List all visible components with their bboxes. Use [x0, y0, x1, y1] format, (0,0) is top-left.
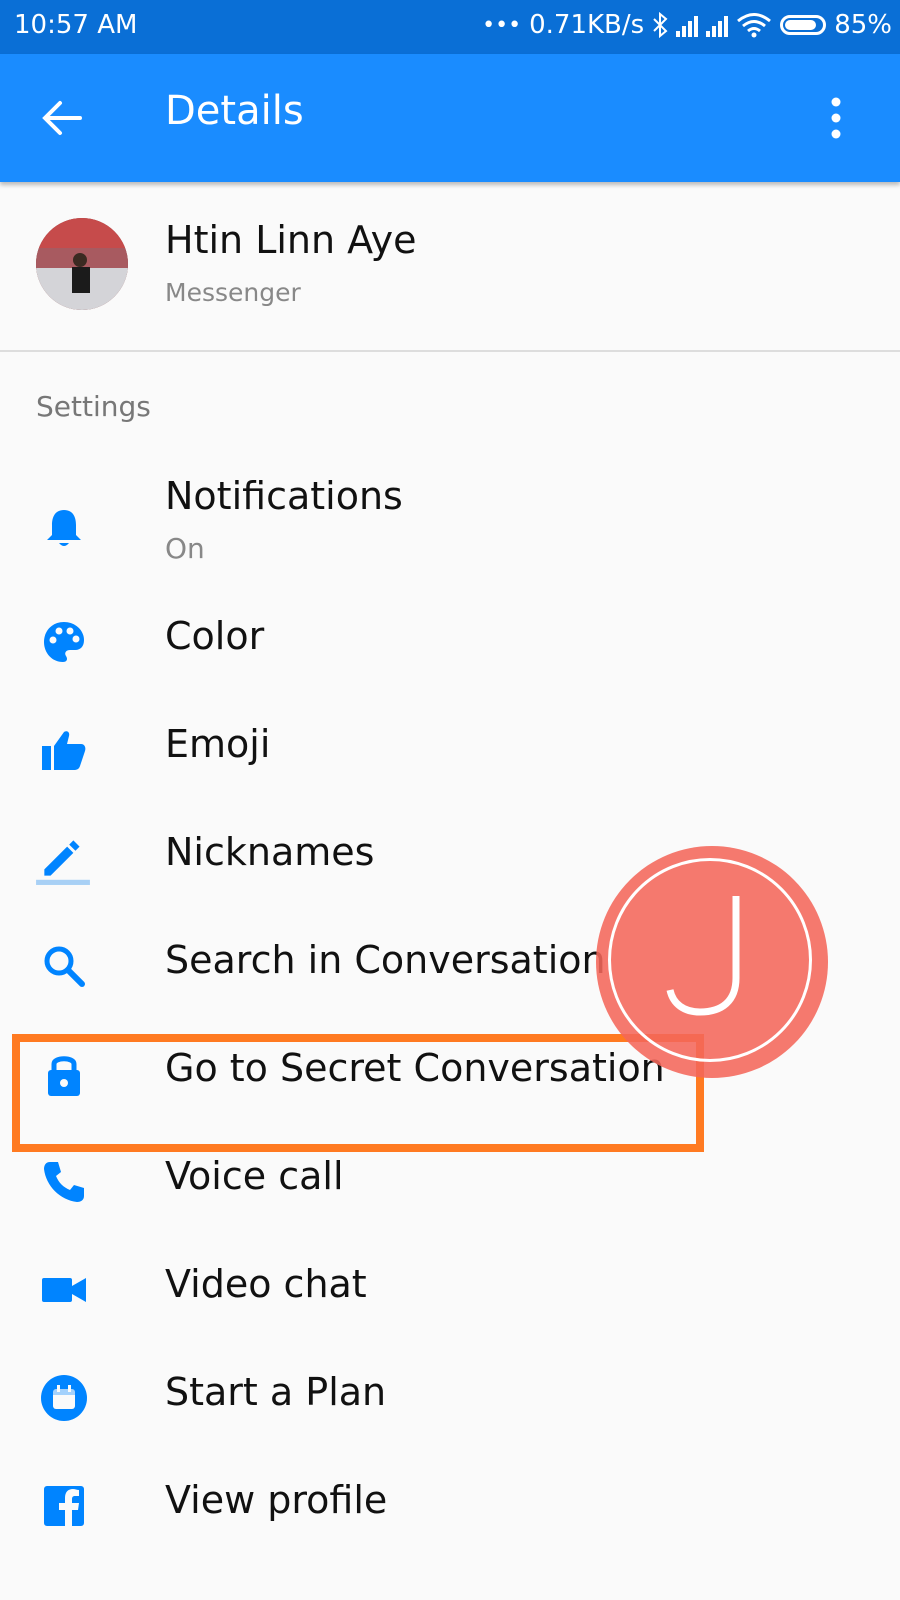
settings-item-label: Nicknames: [165, 830, 375, 874]
bluetooth-icon: [653, 12, 668, 38]
settings-item-notifications[interactable]: Notifications On: [0, 460, 900, 590]
notification-dots: •••: [482, 12, 522, 38]
watermark-letter: [666, 896, 740, 1016]
facebook-icon: [44, 1486, 84, 1526]
thumbs-up-icon: [42, 731, 86, 770]
phone-icon: [44, 1162, 84, 1202]
contact-subtitle: Messenger: [165, 278, 301, 307]
watermark-logo: [596, 846, 828, 1078]
settings-item-label: Voice call: [165, 1154, 344, 1198]
settings-item-sublabel: On: [165, 532, 205, 565]
wifi-icon: [737, 13, 772, 38]
profile-header[interactable]: Htin Linn Aye Messenger: [0, 182, 900, 352]
status-icons: ••• 0.71KB/s 85%: [482, 10, 892, 40]
settings-item-label: View profile: [165, 1478, 388, 1522]
network-speed: 0.71KB/s: [529, 10, 645, 40]
battery-percent: 85%: [834, 10, 892, 40]
palette-icon: [44, 622, 84, 662]
status-time: 10:57 AM: [14, 10, 138, 40]
signal-icon: [676, 13, 699, 37]
settings-item-label: Notifications: [165, 474, 403, 518]
settings-item-label: Start a Plan: [165, 1370, 387, 1414]
settings-item-view-profile[interactable]: View profile: [0, 1456, 900, 1566]
settings-item-label: Color: [165, 614, 265, 658]
search-icon: [44, 946, 85, 987]
settings-item-emoji[interactable]: Emoji: [0, 700, 900, 810]
bell-icon: [47, 510, 81, 546]
settings-item-video-chat[interactable]: Video chat: [0, 1240, 900, 1350]
signal-icon-2: [706, 13, 729, 37]
contact-name: Htin Linn Aye: [165, 218, 417, 262]
status-bar: 10:57 AM ••• 0.71KB/s 85%: [0, 0, 900, 54]
video-camera-icon: [42, 1278, 86, 1302]
calendar-icon: [41, 1375, 87, 1421]
more-vert-icon[interactable]: [830, 96, 842, 140]
settings-item-color[interactable]: Color: [0, 592, 900, 702]
avatar[interactable]: [36, 218, 128, 310]
settings-item-label: Video chat: [165, 1262, 367, 1306]
app-bar: Details: [0, 54, 900, 182]
settings-item-label: Search in Conversation: [165, 938, 606, 982]
arrow-back-icon[interactable]: [40, 96, 84, 140]
pencil-icon: [36, 840, 90, 885]
battery-icon: [780, 15, 827, 35]
settings-item-start-a-plan[interactable]: Start a Plan: [0, 1348, 900, 1458]
page-title: Details: [165, 88, 304, 134]
settings-section-header: Settings: [36, 390, 151, 423]
settings-item-label: Emoji: [165, 722, 271, 766]
